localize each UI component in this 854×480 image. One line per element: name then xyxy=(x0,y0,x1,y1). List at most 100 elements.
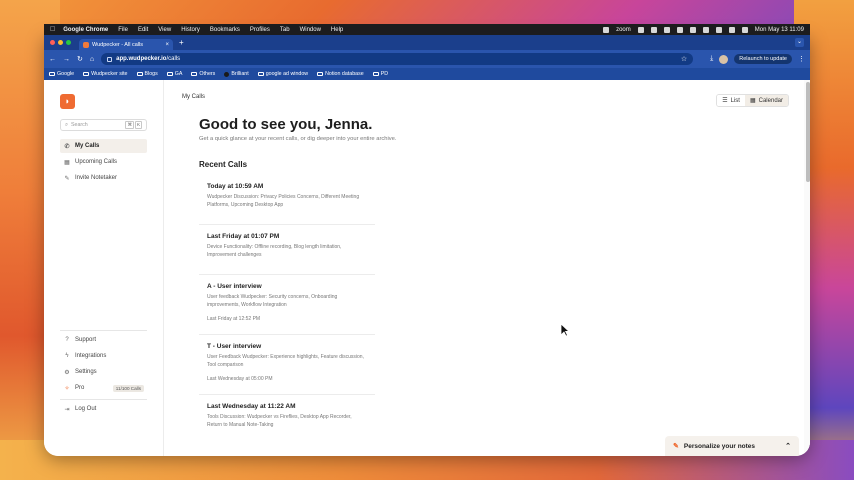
calendar-view-label: Calendar xyxy=(758,97,783,104)
sidebar-item-pro[interactable]: ✧ Pro 11/100 Calls xyxy=(60,381,147,395)
folder-icon xyxy=(83,72,90,76)
mouse-pointer-icon xyxy=(560,323,570,337)
site-info-icon[interactable] xyxy=(107,56,113,62)
tab-wudpecker[interactable]: Wudpecker - All calls × xyxy=(79,39,173,50)
menu-history[interactable]: History xyxy=(181,27,200,33)
chevron-up-icon[interactable]: ⌃ xyxy=(785,442,791,450)
sidebar-item-label: Pro xyxy=(75,385,85,391)
bookmark-blogs[interactable]: Blogs xyxy=(136,71,158,77)
menubar-clock[interactable]: Mon May 13 11:09 xyxy=(755,27,804,33)
sidebar-bottom-section: ? Support ϟ Integrations ⚙ Settings ✧ Pr… xyxy=(60,328,147,416)
recent-calls-heading: Recent Calls xyxy=(199,160,248,169)
call-summary: Wudpecker Discussion: Privacy Policies C… xyxy=(207,194,360,208)
sidebar-item-label: Support xyxy=(75,337,97,343)
sidebar-item-upcoming-calls[interactable]: ▦ Upcoming Calls xyxy=(60,155,147,169)
calls-content: Good to see you, Jenna. Get a quick glan… xyxy=(199,116,397,447)
calendar-view-button[interactable]: ▦ Calendar xyxy=(744,95,788,106)
bookmark-wudpecker-site[interactable]: Wudpecker site xyxy=(83,71,128,77)
phone-icon[interactable] xyxy=(637,26,644,33)
menu-help[interactable]: Help xyxy=(331,27,343,33)
wifi-icon[interactable] xyxy=(702,26,709,33)
scrollbar-track[interactable] xyxy=(804,80,810,456)
menu-view[interactable]: View xyxy=(158,27,171,33)
bookmark-label: google ad window xyxy=(265,71,309,77)
personalize-notes-panel[interactable]: ✎ Personalize your notes ⌃ xyxy=(665,436,799,456)
screen-record-icon[interactable] xyxy=(650,26,657,33)
menu-bookmarks[interactable]: Bookmarks xyxy=(210,27,240,33)
menu-window[interactable]: Window xyxy=(300,27,321,33)
chrome-menu-icon[interactable]: ⋮ xyxy=(798,55,805,63)
bookmark-google[interactable]: Google xyxy=(49,71,74,77)
sidebar-item-support[interactable]: ? Support xyxy=(60,333,147,347)
close-tab-icon[interactable]: × xyxy=(165,42,169,48)
tab-strip: Wudpecker - All calls × + ⌄ xyxy=(44,35,810,50)
list-view-button[interactable]: ☰ List xyxy=(717,95,745,106)
call-card[interactable]: Last Wednesday at 11:22 AM Tools Discuss… xyxy=(199,395,375,447)
apple-icon[interactable]:  xyxy=(50,26,55,33)
search-input[interactable]: ⌕ Search ⌘ K xyxy=(60,119,147,131)
tab-search-chevron-icon[interactable]: ⌄ xyxy=(795,38,804,47)
wudpecker-logo-icon[interactable]: ◗ xyxy=(60,94,75,109)
sparkle-icon: ✧ xyxy=(64,385,70,392)
search-placeholder: Search xyxy=(70,122,88,128)
bookmark-google-ad-window[interactable]: google ad window xyxy=(257,71,309,77)
call-card[interactable]: Today at 10:59 AM Wudpecker Discussion: … xyxy=(199,175,375,225)
folder-icon xyxy=(166,72,173,76)
bookmark-label: PD xyxy=(380,71,389,77)
url-path: /calls xyxy=(166,56,181,62)
spotlight-search-icon[interactable] xyxy=(728,26,735,33)
search-icon: ⌕ xyxy=(65,121,68,128)
sidebar-item-log-out[interactable]: ⇥ Log Out xyxy=(60,402,147,416)
wudpecker-app: ◗ ⌕ Search ⌘ K ✆ My Calls ▦ Upcoming Cal… xyxy=(44,80,810,456)
list-icon: ☰ xyxy=(722,98,728,104)
reload-icon[interactable]: ↻ xyxy=(77,55,83,63)
dropbox-icon[interactable] xyxy=(663,26,670,33)
bookmark-label: Others xyxy=(199,71,216,77)
figma-icon[interactable] xyxy=(603,26,610,33)
control-center-icon[interactable] xyxy=(715,26,722,33)
call-card[interactable]: A - User interview User feedback Wudpeck… xyxy=(199,275,375,335)
list-view-label: List xyxy=(730,97,740,104)
back-arrow-icon[interactable]: ← xyxy=(49,56,56,63)
bookmark-pd[interactable]: PD xyxy=(372,71,389,77)
profile-avatar[interactable] xyxy=(719,54,729,64)
close-window-button[interactable] xyxy=(50,40,55,45)
bookmark-star-icon[interactable]: ☆ xyxy=(681,55,687,63)
bookmark-ga[interactable]: GA xyxy=(166,71,183,77)
menu-edit[interactable]: Edit xyxy=(138,27,148,33)
call-card[interactable]: Last Friday at 01:07 PM Device Functiona… xyxy=(199,225,375,275)
sidebar-item-invite-notetaker[interactable]: ✎ Invite Notetaker xyxy=(60,171,147,185)
call-title: Today at 10:59 AM xyxy=(207,183,264,190)
new-tab-icon[interactable]: + xyxy=(179,38,184,47)
sidebar-item-settings[interactable]: ⚙ Settings xyxy=(60,365,147,379)
menu-tab[interactable]: Tab xyxy=(280,27,290,33)
relaunch-to-update-button[interactable]: Relaunch to update xyxy=(734,54,792,64)
zoom-window-button[interactable] xyxy=(66,40,71,45)
sidebar-item-label: Log Out xyxy=(75,406,97,412)
brilliant-icon xyxy=(224,71,230,77)
battery-icon[interactable] xyxy=(689,26,696,33)
bookmark-notion-database[interactable]: Notion database xyxy=(317,71,364,77)
call-card[interactable]: T - User interview User Feedback Wudpeck… xyxy=(199,335,375,395)
bookmark-others[interactable]: Others xyxy=(191,71,215,77)
forward-arrow-icon[interactable]: → xyxy=(63,56,70,63)
browser-toolbar: ← → ↻ ⌂ app.wudpecker.io/calls ☆ ⤓ Relau… xyxy=(44,50,810,68)
bookmark-brilliant[interactable]: Brilliant xyxy=(224,71,249,77)
minimize-window-button[interactable] xyxy=(58,40,63,45)
menu-profiles[interactable]: Profiles xyxy=(250,27,270,33)
sidebar-item-my-calls[interactable]: ✆ My Calls xyxy=(60,139,147,153)
home-icon[interactable]: ⌂ xyxy=(90,56,94,63)
bookmark-label: GA xyxy=(174,71,183,77)
download-icon[interactable]: ⤓ xyxy=(710,55,713,63)
bookmark-label: Notion database xyxy=(325,71,364,77)
siri-icon[interactable] xyxy=(741,26,748,33)
scrollbar-thumb[interactable] xyxy=(806,82,810,182)
menu-file[interactable]: File xyxy=(118,27,128,33)
menu-app-name[interactable]: Google Chrome xyxy=(63,27,108,33)
call-summary: User feedback Wudpecker: Security concer… xyxy=(207,294,338,308)
address-bar[interactable]: app.wudpecker.io/calls ☆ xyxy=(101,53,694,65)
play-icon[interactable] xyxy=(676,26,683,33)
wudpecker-favicon-icon xyxy=(83,41,89,48)
zoom-status[interactable]: zoom xyxy=(616,27,631,33)
sidebar-item-integrations[interactable]: ϟ Integrations xyxy=(60,349,147,363)
